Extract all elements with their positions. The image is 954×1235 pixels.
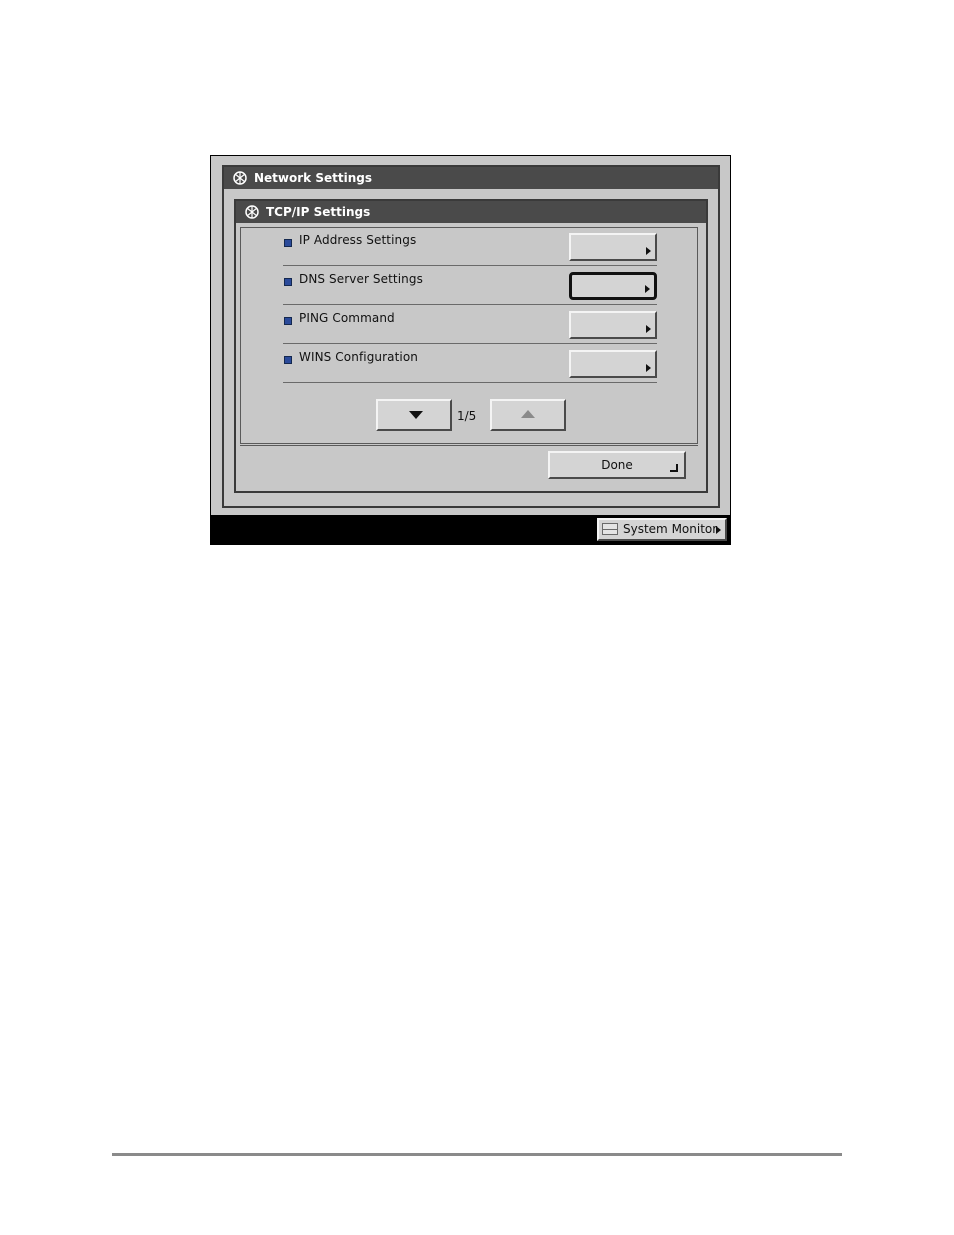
page-indicator: 1/5 [457, 409, 477, 423]
settings-row-ping-command: PING Command [283, 306, 657, 344]
network-settings-titlebar: Network Settings [224, 167, 718, 189]
done-label: Done [601, 458, 633, 472]
ping-command-button[interactable] [569, 311, 657, 339]
arrow-right-icon [646, 325, 651, 333]
settings-row-dns-server: DNS Server Settings [283, 267, 657, 305]
network-settings-window: Network Settings TCP/IP Settings IP Addr… [222, 165, 720, 508]
arrow-up-icon [521, 410, 535, 418]
dns-server-settings-label: DNS Server Settings [299, 272, 423, 286]
done-divider [240, 445, 698, 446]
enter-arrow-icon [670, 464, 678, 472]
ping-command-label: PING Command [299, 311, 395, 325]
inner-window-title: TCP/IP Settings [266, 205, 371, 219]
bullet-icon [284, 239, 292, 247]
arrow-right-icon [645, 285, 650, 293]
system-monitor-button[interactable]: System Monitor [597, 518, 727, 541]
system-monitor-icon [602, 523, 618, 535]
device-screen: Network Settings TCP/IP Settings IP Addr… [210, 155, 731, 545]
arrow-right-icon [716, 526, 721, 534]
wins-configuration-label: WINS Configuration [299, 350, 418, 364]
screen-content: Network Settings TCP/IP Settings IP Addr… [211, 156, 730, 515]
wins-configuration-button[interactable] [569, 350, 657, 378]
network-settings-icon [233, 171, 247, 185]
bullet-icon [284, 278, 292, 286]
page-down-button[interactable] [376, 399, 452, 431]
arrow-down-icon [409, 411, 423, 419]
footer-rule [112, 1153, 842, 1156]
outer-window-title: Network Settings [254, 171, 372, 185]
page-up-button[interactable] [490, 399, 566, 431]
ip-address-settings-button[interactable] [569, 233, 657, 261]
done-button[interactable]: Done [548, 451, 686, 479]
settings-row-ip-address: IP Address Settings [283, 228, 657, 266]
tcpip-settings-window: TCP/IP Settings IP Address Settings DNS … [234, 199, 708, 493]
bottom-status-bar: System Monitor [210, 516, 731, 545]
system-monitor-label: System Monitor [623, 522, 718, 536]
bullet-icon [284, 317, 292, 325]
settings-row-wins-configuration: WINS Configuration [283, 345, 657, 383]
tcpip-settings-titlebar: TCP/IP Settings [236, 201, 706, 223]
ip-address-settings-label: IP Address Settings [299, 233, 417, 247]
arrow-right-icon [646, 364, 651, 372]
bullet-icon [284, 356, 292, 364]
arrow-right-icon [646, 247, 651, 255]
tcpip-settings-icon [245, 205, 259, 219]
dns-server-settings-button[interactable] [569, 272, 657, 300]
